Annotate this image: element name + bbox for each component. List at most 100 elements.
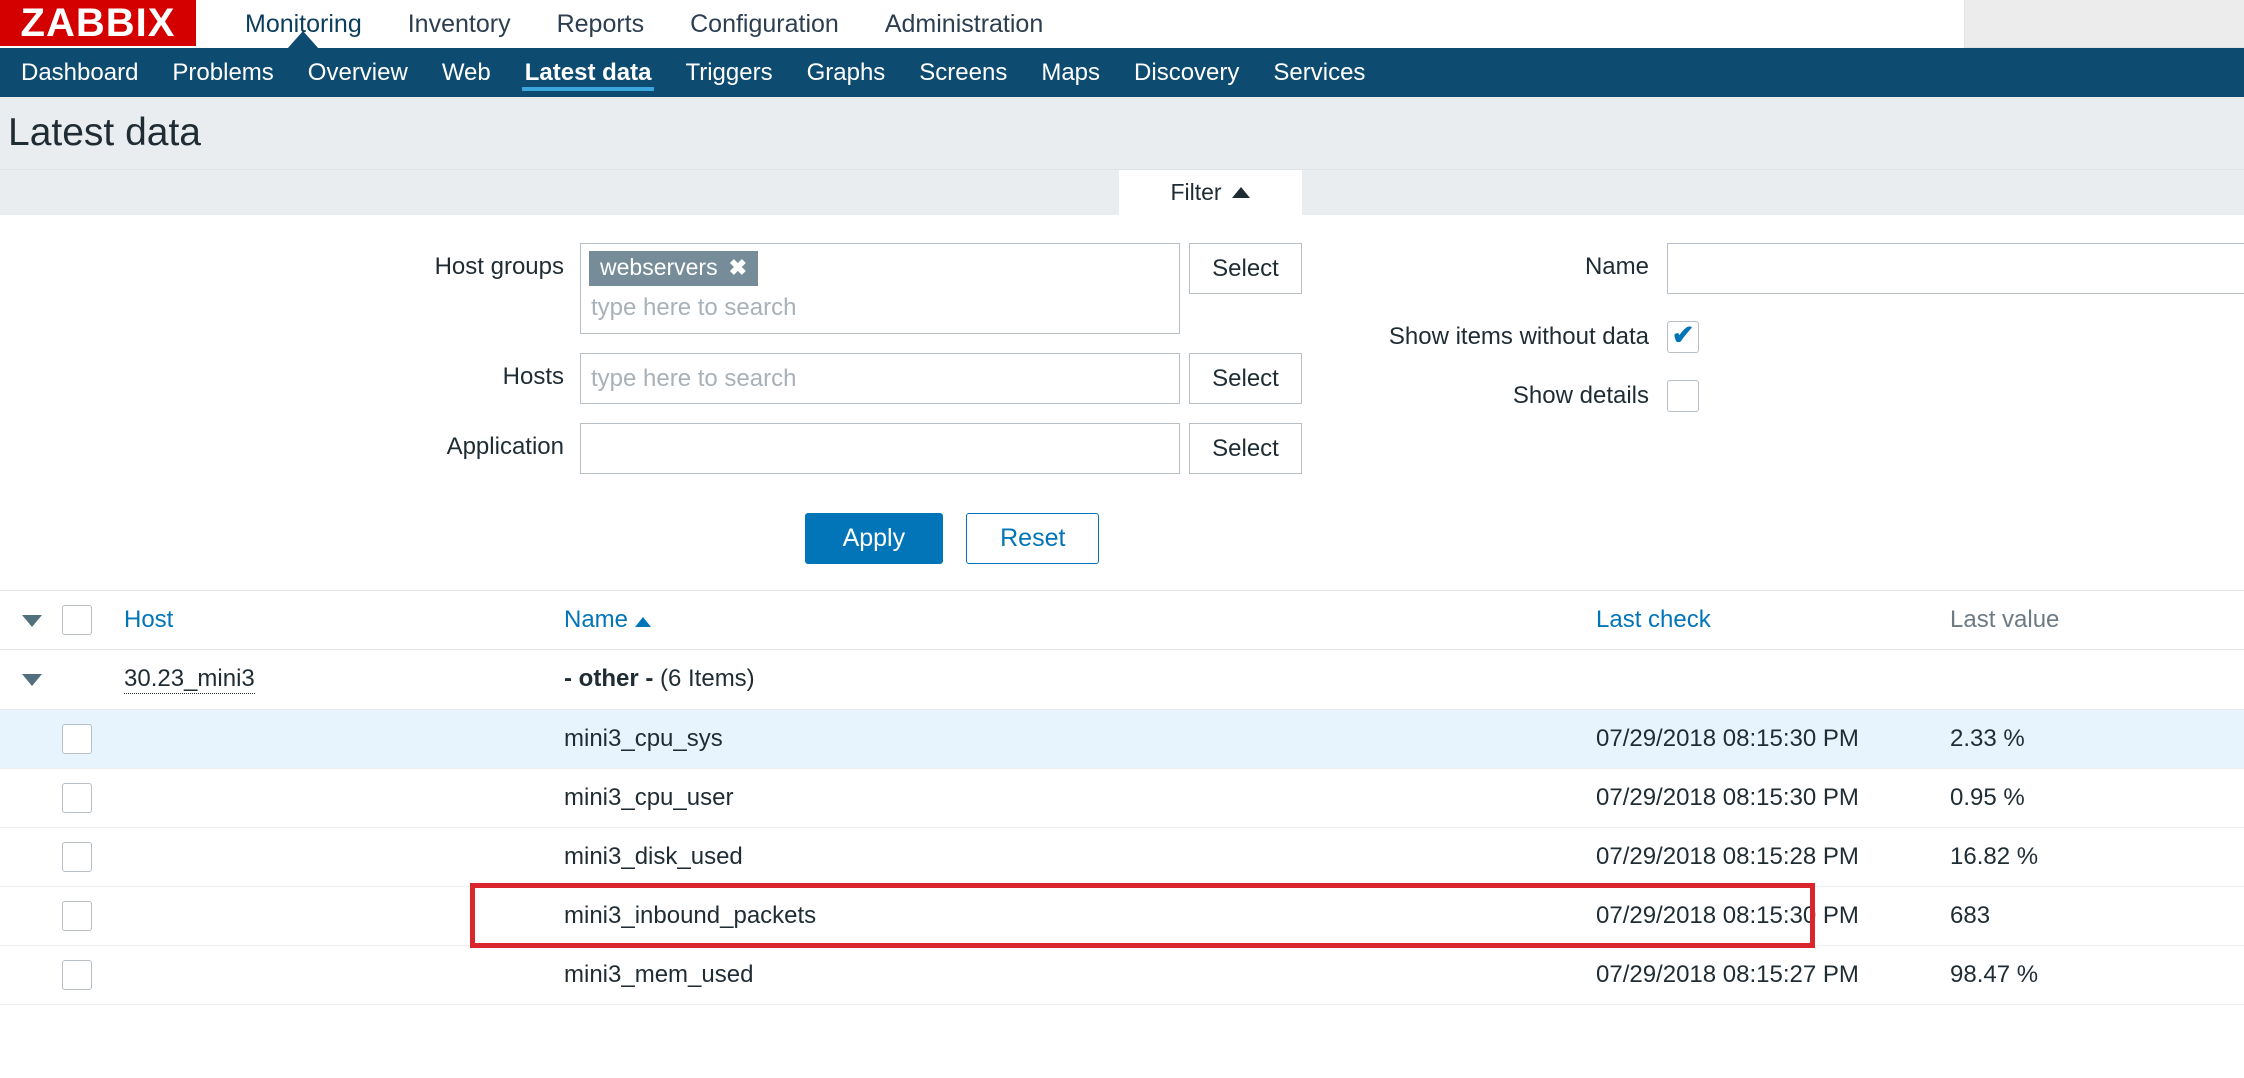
subnav-item-overview-label: Overview xyxy=(307,58,408,86)
row-spacer-cell xyxy=(0,945,62,1004)
row-last-check-cell: 07/29/2018 08:15:30 PM xyxy=(1596,783,1859,811)
row-select-checkbox[interactable] xyxy=(62,782,92,813)
host-groups-select-button[interactable]: Select xyxy=(1189,243,1302,294)
row-select-checkbox[interactable] xyxy=(62,900,92,931)
row-checkbox-cell xyxy=(62,945,124,1004)
select-all-cell xyxy=(62,591,124,649)
table-row[interactable]: mini3_cpu_user 07/29/2018 08:15:30 PM 0.… xyxy=(0,768,2244,827)
row-last-check-cell: 07/29/2018 08:15:30 PM xyxy=(1596,901,1859,929)
table-row[interactable]: mini3_mem_used 07/29/2018 08:15:27 PM 98… xyxy=(0,945,2244,1004)
zabbix-logo[interactable]: ZABBIX xyxy=(0,0,196,46)
table-row[interactable]: mini3_disk_used 07/29/2018 08:15:28 PM 1… xyxy=(0,827,2244,886)
show-items-without-data-label: Show items without data xyxy=(1388,323,1649,350)
triangle-down-icon[interactable] xyxy=(22,674,42,686)
host-group-chip-label: webservers xyxy=(600,254,718,280)
latest-data-table: Host Name Last check Last value 30.23_mi… xyxy=(0,591,2244,1005)
host-link[interactable]: 30.23_mini3 xyxy=(124,665,255,694)
subnav-item-maps-label: Maps xyxy=(1041,58,1101,86)
row-name-cell[interactable]: mini3_inbound_packets xyxy=(564,886,1596,945)
subnav-item-web[interactable]: Web xyxy=(425,48,508,97)
header-last-check-cell: Last check xyxy=(1596,591,1950,649)
row-name-cell[interactable]: mini3_disk_used xyxy=(564,827,1596,886)
row-last-check-cell: 07/29/2018 08:15:27 PM xyxy=(1596,960,1859,988)
subnav-item-graphs[interactable]: Graphs xyxy=(790,48,903,97)
row-checkbox-cell xyxy=(62,768,124,827)
filter-panel: Host groups webservers ✖ Select Hosts Se… xyxy=(0,215,2244,591)
row-select-checkbox[interactable] xyxy=(62,959,92,990)
application-group-count: (6 Items) xyxy=(660,665,755,692)
row-select-checkbox[interactable] xyxy=(62,841,92,872)
subnav-item-discovery[interactable]: Discovery xyxy=(1117,48,1256,97)
application-select-button[interactable]: Select xyxy=(1189,423,1302,474)
row-name-cell[interactable]: mini3_cpu_sys xyxy=(564,709,1596,768)
group-collapse-cell xyxy=(0,649,62,709)
nav-item-administration[interactable]: Administration xyxy=(862,0,1066,48)
subnav-item-triggers[interactable]: Triggers xyxy=(668,48,789,97)
header-host-label[interactable]: Host xyxy=(124,606,173,633)
filter-left-column: Host groups webservers ✖ Select Hosts Se… xyxy=(0,243,1310,493)
page-title: Latest data xyxy=(8,111,201,154)
subnav-item-services-label: Services xyxy=(1273,58,1366,86)
filter-tab[interactable]: Filter xyxy=(1118,170,1302,215)
application-input[interactable] xyxy=(580,423,1180,474)
row-last-value-cell: 683 xyxy=(1950,901,1991,929)
name-input[interactable] xyxy=(1667,243,2244,294)
row-checkbox-cell xyxy=(62,886,124,945)
nav-item-monitoring[interactable]: Monitoring xyxy=(222,0,385,49)
reset-button[interactable]: Reset xyxy=(966,513,1100,564)
main-navigation: Monitoring Inventory Reports Configurati… xyxy=(222,0,1964,49)
nav-item-configuration-label: Configuration xyxy=(690,9,839,38)
filter-right-column: Name Show items without data ✔ Show deta… xyxy=(1310,243,2244,431)
subnav-item-problems[interactable]: Problems xyxy=(155,48,290,97)
host-groups-search-input[interactable] xyxy=(589,292,1171,326)
page-header: Latest data xyxy=(0,97,2244,170)
hosts-input[interactable] xyxy=(580,353,1180,404)
subnav-item-overview[interactable]: Overview xyxy=(291,48,425,97)
header-last-value-label: Last value xyxy=(1950,605,2060,633)
host-group-chip-webservers[interactable]: webservers ✖ xyxy=(589,251,759,286)
host-groups-multiselect[interactable]: webservers ✖ xyxy=(580,243,1180,334)
group-last-check-cell xyxy=(1596,649,1950,709)
row-name-cell[interactable]: mini3_mem_used xyxy=(564,945,1596,1004)
subnav-item-maps[interactable]: Maps xyxy=(1024,48,1117,97)
table-row[interactable]: mini3_cpu_sys 07/29/2018 08:15:30 PM 2.3… xyxy=(0,709,2244,768)
row-checkbox-cell xyxy=(62,709,124,768)
active-nav-caret-icon xyxy=(287,31,320,49)
triangle-down-icon[interactable] xyxy=(22,614,42,627)
checkmark-icon: ✔ xyxy=(1671,320,1695,350)
group-application-cell: - other - (6 Items) xyxy=(564,649,1596,709)
show-details-checkbox[interactable] xyxy=(1667,380,1699,412)
header-last-check-label[interactable]: Last check xyxy=(1596,606,1711,633)
apply-button[interactable]: Apply xyxy=(804,513,944,564)
row-last-check-cell: 07/29/2018 08:15:30 PM xyxy=(1596,724,1859,752)
subnav-item-latest-data[interactable]: Latest data xyxy=(508,48,669,97)
row-select-checkbox[interactable] xyxy=(62,723,92,754)
subnav-item-screens-label: Screens xyxy=(919,58,1008,86)
nav-item-reports[interactable]: Reports xyxy=(534,0,668,48)
subnav-item-dashboard[interactable]: Dashboard xyxy=(4,48,155,97)
hosts-select-button[interactable]: Select xyxy=(1189,353,1302,404)
select-all-checkbox[interactable] xyxy=(62,604,92,635)
table-row-annotated[interactable]: mini3_inbound_packets 07/29/2018 08:15:3… xyxy=(0,886,2244,945)
close-icon[interactable]: ✖ xyxy=(729,256,747,279)
hosts-label: Hosts xyxy=(502,363,564,390)
show-items-without-data-checkbox[interactable]: ✔ xyxy=(1667,321,1699,353)
row-spacer-cell xyxy=(0,768,62,827)
nav-item-configuration[interactable]: Configuration xyxy=(667,0,862,48)
subnav-item-services[interactable]: Services xyxy=(1256,48,1382,97)
top-bar: ZABBIX Monitoring Inventory Reports Conf… xyxy=(0,0,2244,49)
row-checkbox-cell xyxy=(62,827,124,886)
row-spacer-cell xyxy=(0,709,62,768)
row-host-cell xyxy=(124,827,564,886)
sort-ascending-icon xyxy=(635,616,652,627)
subnav-item-screens[interactable]: Screens xyxy=(902,48,1024,97)
header-last-value-cell: Last value xyxy=(1950,591,2244,649)
row-host-cell xyxy=(124,768,564,827)
header-name-label[interactable]: Name xyxy=(564,606,628,633)
row-name-cell[interactable]: mini3_cpu_user xyxy=(564,768,1596,827)
subnav-item-discovery-label: Discovery xyxy=(1134,58,1240,86)
subnav-item-dashboard-label: Dashboard xyxy=(21,58,139,86)
row-host-cell xyxy=(124,886,564,945)
filter-application-row: Application Select xyxy=(0,423,1310,474)
nav-item-inventory[interactable]: Inventory xyxy=(385,0,534,48)
